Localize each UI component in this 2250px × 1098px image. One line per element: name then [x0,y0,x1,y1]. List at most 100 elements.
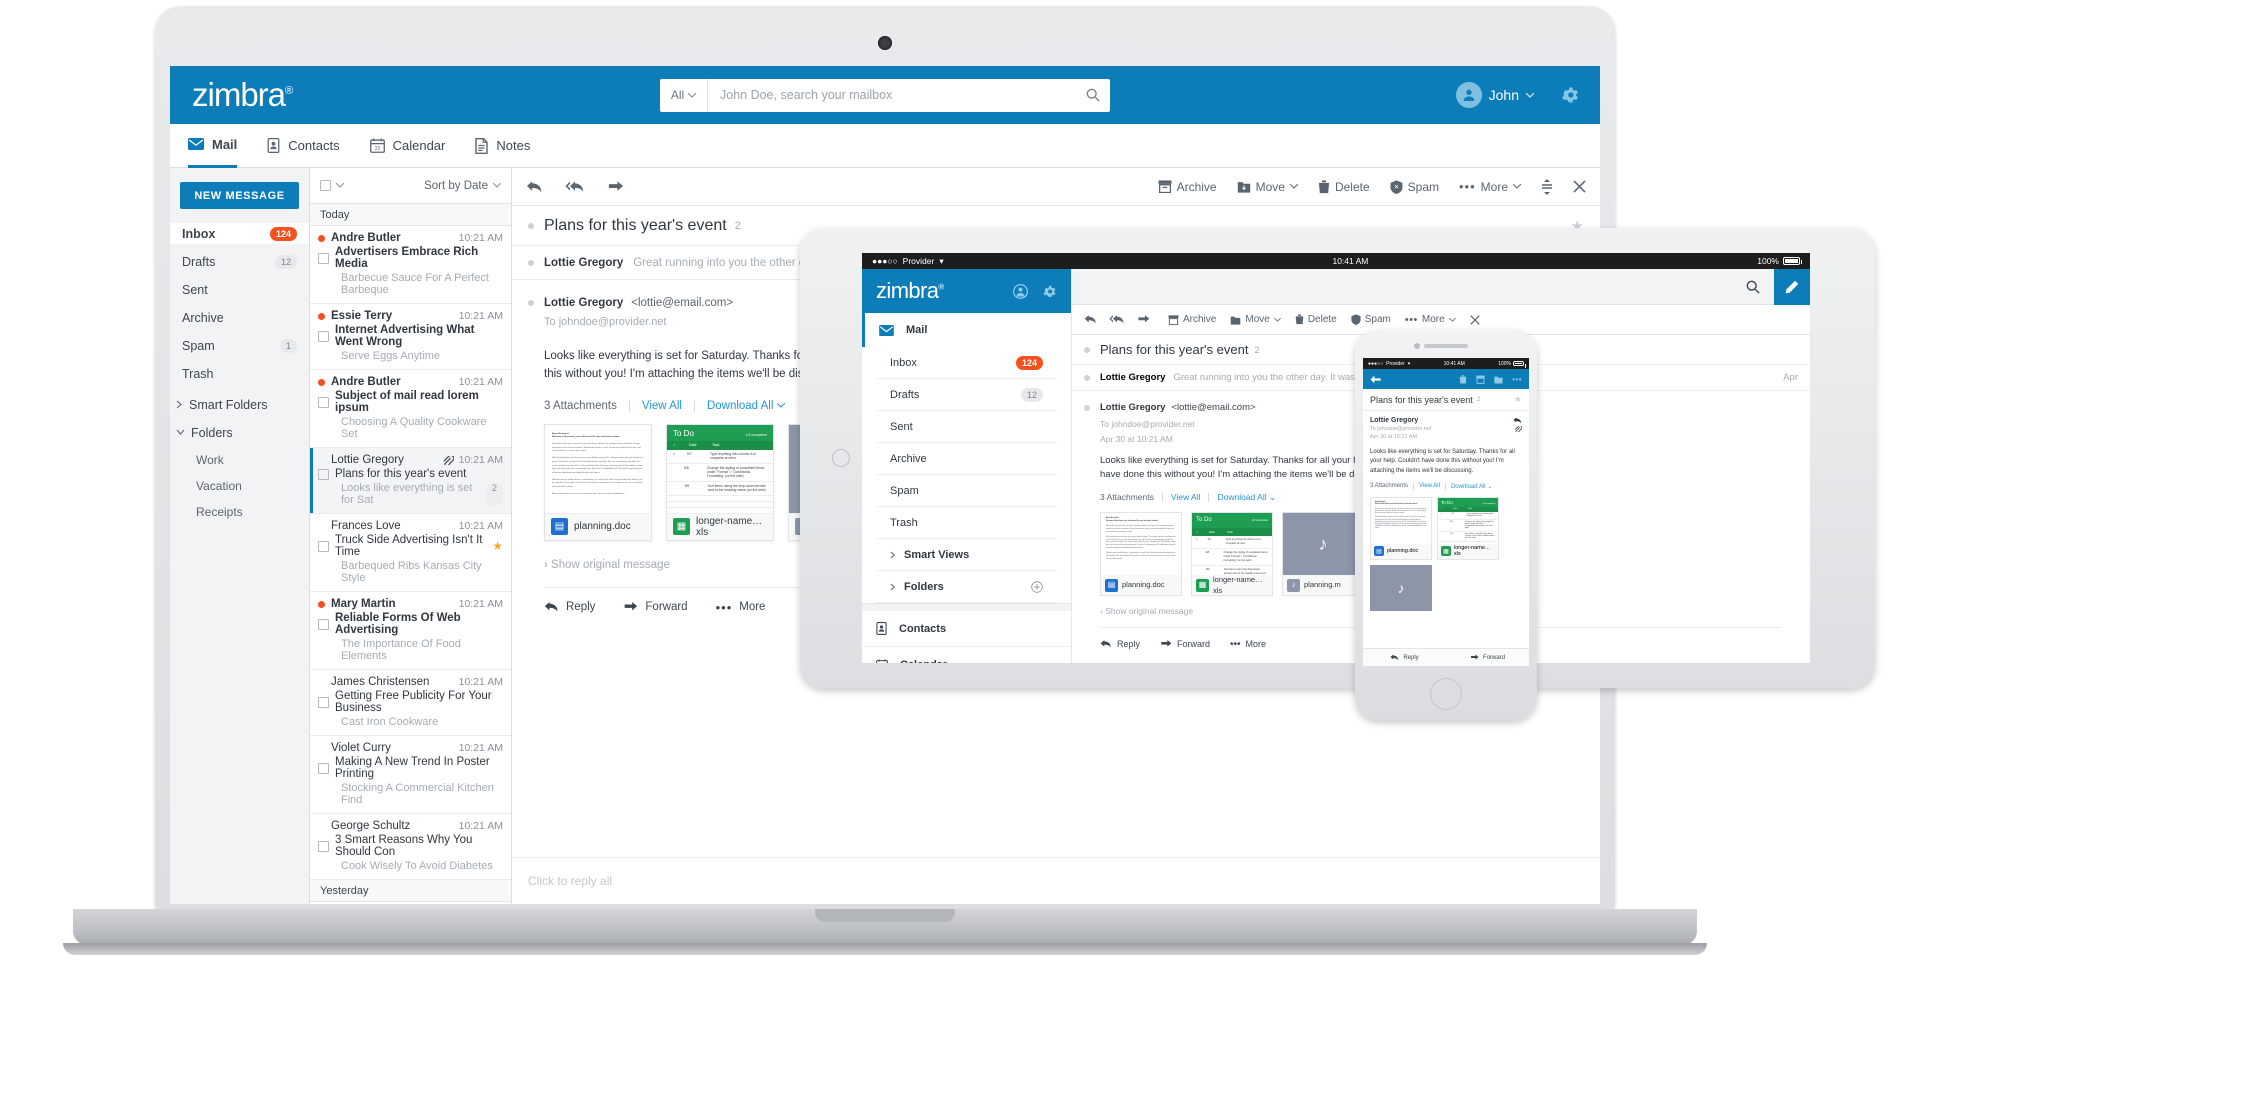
sidebar-item-drafts[interactable]: Drafts 12 [170,251,309,272]
collapse-dot-icon[interactable] [528,222,534,229]
sidebar-item-spam[interactable]: Spam 1 [170,335,309,356]
attachment-card[interactable]: To Do 1/3 completed ✓ Date Task x 9/7 Type… [666,423,774,541]
reply-button[interactable]: Reply [544,600,595,615]
chevron-down-icon[interactable] [336,183,344,188]
search-icon[interactable] [1746,280,1774,294]
collapse-dot-icon[interactable] [1084,405,1090,412]
list-item-checkbox[interactable] [318,468,329,480]
list-item-checkbox[interactable] [318,618,329,630]
spam-button[interactable]: ✕ Spam [1390,180,1439,194]
list-item-checkbox[interactable] [318,696,329,708]
list-item[interactable]: James ChristensenApril 29 [310,902,511,904]
add-folder-icon[interactable] [1031,580,1043,593]
reply-button[interactable]: Reply [1363,654,1446,661]
tablet-group-smart-views[interactable]: Smart Views [876,539,1057,571]
sidebar-group-smart-folders[interactable]: Smart Folders [170,394,309,415]
list-item[interactable]: Violet Curry 10:21 AM Making A New Trend … [310,736,511,814]
list-item[interactable]: Mary Martin 10:21 AM Reliable Forms Of We… [310,592,511,670]
archive-button[interactable]: Archive [1158,180,1217,194]
archive-icon[interactable] [1476,375,1485,384]
star-icon[interactable]: ★ [492,539,503,553]
list-item[interactable]: Essie Terry 10:21 AM Internet Advertising… [310,304,511,370]
tab-mail[interactable]: Mail [188,124,238,168]
list-item[interactable]: Frances Love 10:21 AM Truck Side Advertis… [310,514,511,592]
list-item[interactable]: James Christensen 10:21 AM Getting Free P… [310,670,511,736]
ellipsis-icon[interactable]: ••• [1512,375,1522,384]
more-button[interactable]: ••• More [1459,179,1521,194]
collapse-dot-icon[interactable] [1084,346,1090,353]
more-button[interactable]: ••• More [1230,637,1266,652]
view-all-link[interactable]: View All [1419,483,1440,489]
forward-button[interactable]: Forward [1446,654,1529,661]
list-item[interactable]: Andre Butler 10:21 AM Subject of mail rea… [310,370,511,448]
star-icon[interactable]: ★ [1514,394,1522,405]
move-folder-icon[interactable] [1494,375,1503,384]
trash-icon[interactable] [1459,374,1467,384]
forward-icon[interactable] [607,180,624,194]
tablet-home-button[interactable] [832,449,850,467]
forward-button[interactable]: Forward [1160,637,1210,652]
attachment-card[interactable]: To Do 1/3 completed ✓ Date Task x 9/7 Type an… [1437,496,1499,560]
list-item-checkbox[interactable] [318,330,329,342]
forward-icon[interactable] [1137,314,1150,325]
view-all-link[interactable]: View All [642,400,682,412]
reply-icon[interactable] [1513,417,1522,424]
list-item-checkbox[interactable] [318,396,329,408]
sidebar-item-trash[interactable]: Trash [170,363,309,384]
search-input[interactable]: John Doe, search your mailbox [708,88,1076,102]
tablet-app-calendar[interactable]: 22 Calendar [862,647,1071,663]
tablet-group-folders[interactable]: Folders [876,571,1057,603]
tablet-archive-button[interactable]: Archive [1168,314,1216,325]
sidebar-item-vacation[interactable]: Vacation [170,476,309,496]
download-all-link[interactable]: Download All ⌄ [1451,483,1492,490]
gear-icon[interactable] [1042,284,1057,299]
close-icon[interactable] [1470,314,1480,325]
tablet-move-button[interactable]: Move [1230,314,1281,325]
attachment-card[interactable]: To Do 1/3 completed ✓ Date Task x 9/7 Type an… [1191,512,1273,596]
attachment-card[interactable]: ♪ ♪ planning.m [1282,512,1364,596]
list-item-checkbox[interactable] [318,840,329,852]
tab-contacts[interactable]: Contacts [267,124,340,168]
back-arrow-icon[interactable] [1370,375,1381,384]
view-all-link[interactable]: View All [1171,491,1201,504]
person-icon[interactable] [1013,283,1028,299]
list-item-checkbox[interactable] [318,252,329,264]
list-item[interactable]: Andre Butler 10:21 AM Advertisers Embrace… [310,226,511,304]
search-scope-select[interactable]: All [660,78,708,112]
tablet-folder-inbox[interactable]: Inbox 124 [876,347,1057,379]
download-all-link[interactable]: Download All ⌄ [1217,491,1276,504]
search-bar[interactable]: All John Doe, search your mailbox [660,78,1110,112]
sidebar-item-inbox[interactable]: Inbox 124 [170,223,309,244]
move-button[interactable]: Move [1237,180,1298,194]
user-menu[interactable]: John [1455,82,1534,108]
list-item-checkbox[interactable] [318,540,329,552]
list-item-checkbox[interactable] [318,762,329,774]
list-item[interactable]: Lottie Gregory 10:21 AM Plans for this y… [310,448,511,514]
delete-button[interactable]: Delete [1318,180,1370,194]
sidebar-group-folders[interactable]: Folders [170,422,309,443]
forward-button[interactable]: Forward [623,600,688,615]
tablet-folder-archive[interactable]: Archive [876,443,1057,475]
select-all-checkbox[interactable] [320,180,331,191]
phone-home-button[interactable] [1430,678,1462,710]
tablet-spam-button[interactable]: Spam [1351,314,1391,325]
view-options-icon[interactable] [1541,178,1553,195]
tablet-folder-drafts[interactable]: Drafts 12 [876,379,1057,411]
reply-all-box[interactable]: Click to reply all [512,857,1600,904]
tablet-folder-sent[interactable]: Sent [876,411,1057,443]
sidebar-item-work[interactable]: Work [170,450,309,470]
settings-gear-icon[interactable] [1560,85,1580,105]
download-all-link[interactable]: Download All [707,400,786,412]
sidebar-item-sent[interactable]: Sent [170,279,309,300]
close-icon[interactable] [1573,180,1586,193]
attachment-card[interactable]: ♪ [1370,564,1432,611]
compose-button[interactable] [1774,268,1810,305]
list-item[interactable]: George Schultz 10:21 AM 3 Smart Reasons W… [310,814,511,880]
reply-all-icon[interactable] [1109,314,1125,325]
attachment-card[interactable]: About Nextcloud Welcome to Nextcloud, yo… [544,423,652,541]
tablet-app-contacts[interactable]: Contacts [862,611,1071,647]
sidebar-item-archive[interactable]: Archive [170,307,309,328]
search-icon[interactable] [1076,88,1110,102]
tab-calendar[interactable]: 22 Calendar [369,124,445,168]
collapse-dot-icon[interactable] [528,299,534,306]
